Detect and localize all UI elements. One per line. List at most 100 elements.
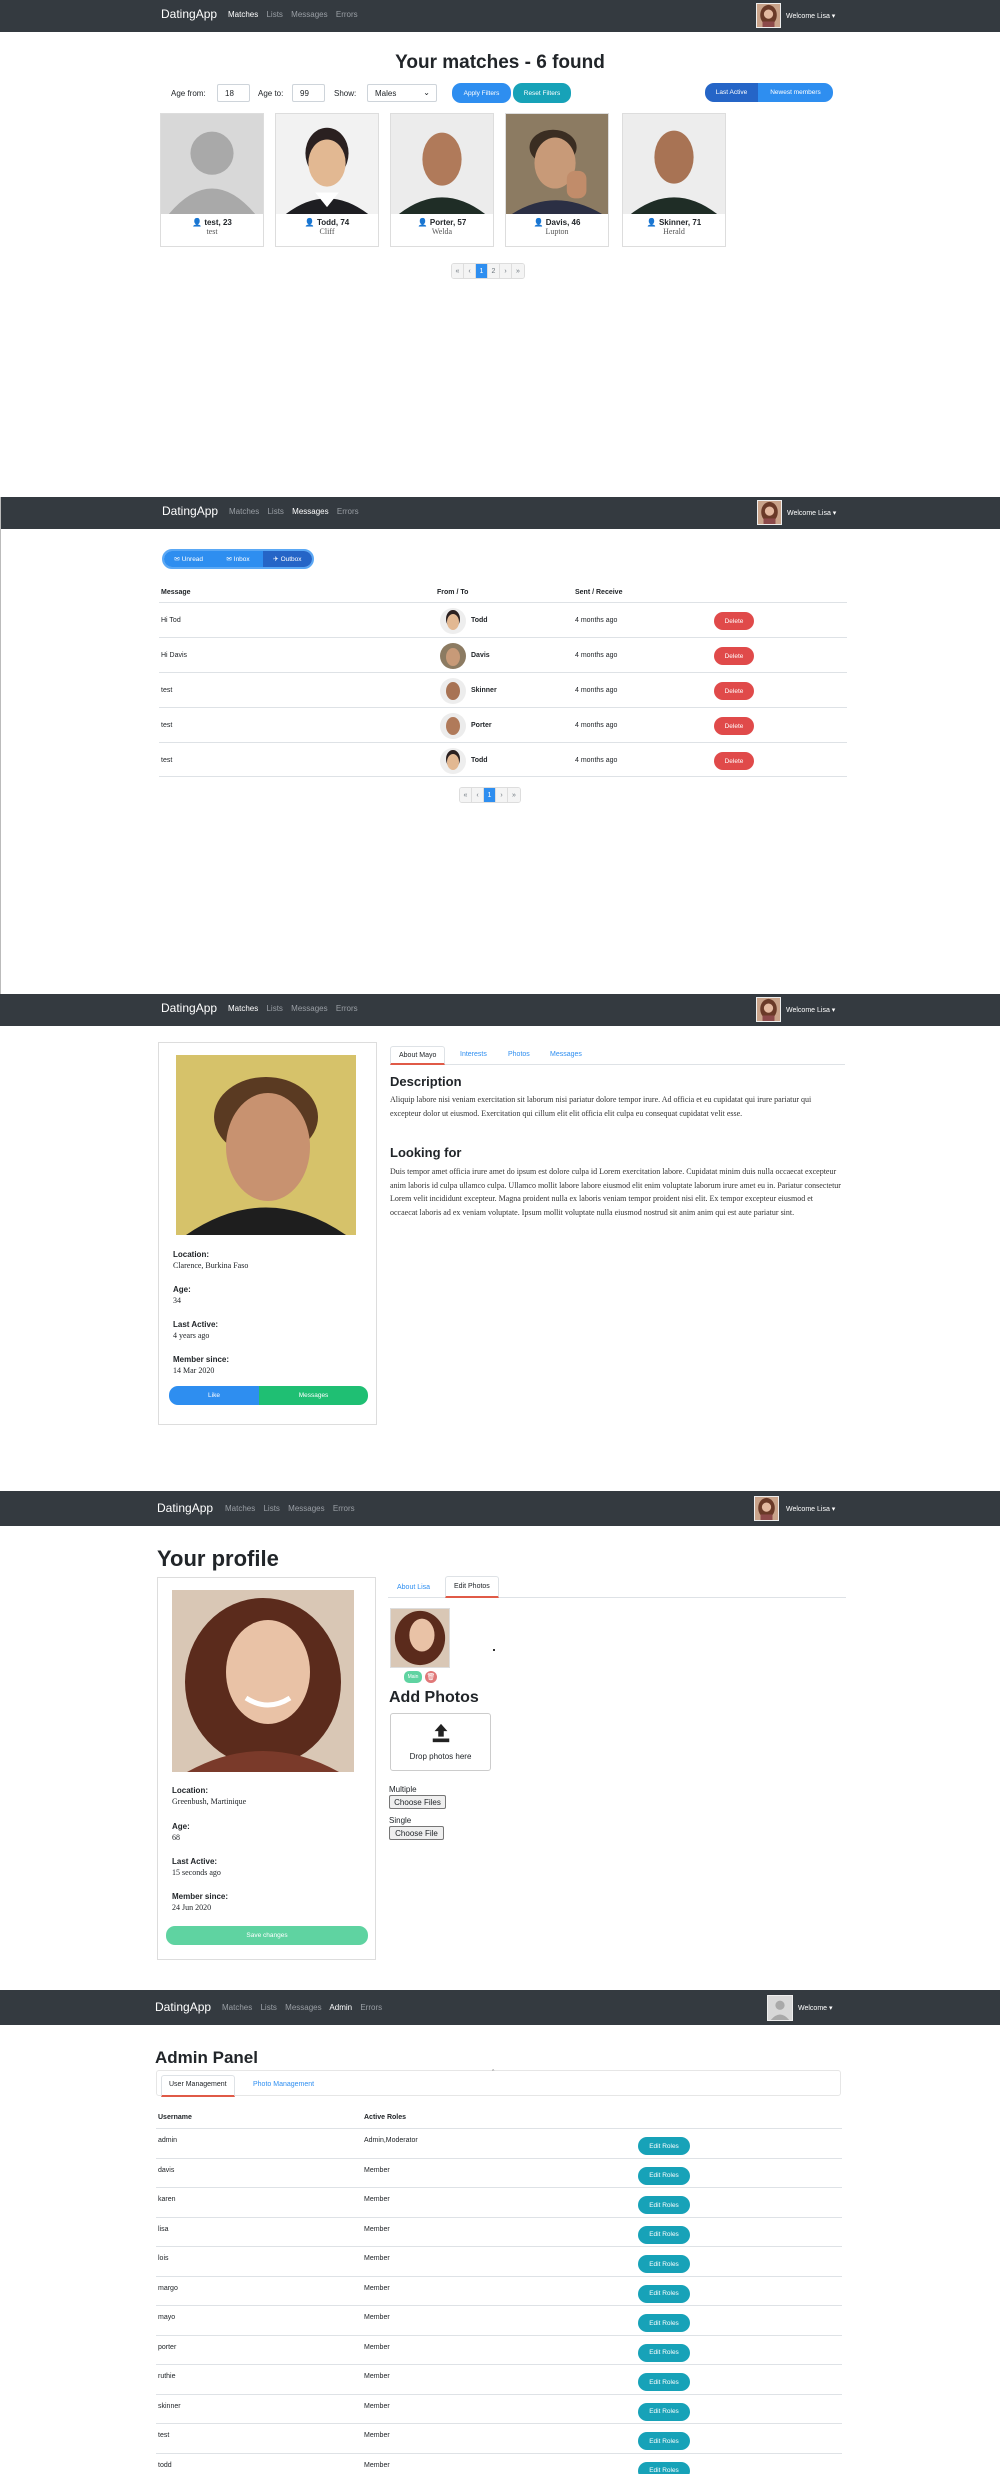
tab-photo-management[interactable]: Photo Management — [253, 2081, 314, 2088]
page-first[interactable]: « — [460, 788, 472, 802]
edit-roles-button[interactable]: Edit Roles — [638, 2373, 690, 2391]
nav-lists[interactable]: Lists — [260, 2003, 276, 2012]
user-avatar[interactable] — [757, 500, 782, 525]
message-row[interactable]: Hi Davis Davis 4 months ago Delete — [159, 637, 847, 672]
message-row[interactable]: test Porter 4 months ago Delete — [159, 707, 847, 742]
page-last[interactable]: » — [508, 788, 520, 802]
edit-roles-button[interactable]: Edit Roles — [638, 2225, 690, 2244]
nav-messages[interactable]: Messages — [291, 10, 327, 19]
tab-about[interactable]: About Mayo — [390, 1046, 446, 1065]
page-prev[interactable]: ‹ — [464, 264, 476, 278]
outbox-button[interactable]: ✈ Outbox — [262, 551, 312, 567]
last-active-button[interactable]: Last Active — [705, 83, 758, 102]
nav-lists[interactable]: Lists — [263, 1504, 279, 1513]
nav-messages[interactable]: Messages — [285, 2003, 321, 2012]
age-from-input[interactable]: 18 — [217, 84, 250, 102]
save-changes-button[interactable]: Save changes — [166, 1926, 368, 1945]
nav-matches[interactable]: Matches — [225, 1504, 255, 1513]
apply-filters-button[interactable]: Apply Filters — [452, 83, 511, 103]
brand-link[interactable]: DatingApp — [155, 2000, 211, 2014]
welcome-dropdown[interactable]: Welcome Lisa ▾ — [787, 509, 836, 517]
welcome-dropdown[interactable]: Welcome ▾ — [798, 2004, 833, 2012]
welcome-dropdown[interactable]: Welcome Lisa ▾ — [786, 1006, 835, 1014]
nav-errors[interactable]: Errors — [336, 1004, 358, 1013]
nav-matches[interactable]: Matches — [228, 1004, 258, 1013]
member-card[interactable]: 👤 Davis, 46 Lupton — [505, 113, 609, 247]
member-card[interactable]: 👤 Todd, 74 Cliff — [275, 113, 379, 247]
inbox-button[interactable]: ✉ Inbox — [213, 551, 263, 567]
tab-photos[interactable]: Photos — [508, 1051, 530, 1058]
edit-roles-button[interactable]: Edit Roles — [638, 2196, 690, 2214]
delete-button[interactable]: Delete — [714, 717, 754, 735]
page-last[interactable]: » — [512, 264, 524, 278]
nav-matches[interactable]: Matches — [228, 10, 258, 19]
member-card[interactable]: 👤 test, 23 test — [160, 113, 264, 247]
newest-members-button[interactable]: Newest members — [758, 83, 833, 102]
tab-user-management[interactable]: User Management — [161, 2075, 235, 2097]
page-prev[interactable]: ‹ — [472, 788, 484, 802]
page-2[interactable]: 2 — [488, 264, 500, 278]
message-row[interactable]: test Skinner 4 months ago Delete — [159, 672, 847, 707]
page-1[interactable]: 1 — [484, 788, 496, 802]
welcome-dropdown[interactable]: Welcome Lisa ▾ — [786, 1505, 835, 1513]
edit-roles-button[interactable]: Edit Roles — [638, 2166, 690, 2185]
member-card[interactable]: 👤 Porter, 57 Welda — [390, 113, 494, 247]
nav-errors[interactable]: Errors — [333, 1504, 355, 1513]
brand-link[interactable]: DatingApp — [157, 1501, 213, 1515]
page-next[interactable]: › — [496, 788, 508, 802]
delete-button[interactable]: Delete — [714, 647, 754, 665]
nav-lists[interactable]: Lists — [267, 507, 283, 516]
message-row[interactable]: Hi Tod Todd 4 months ago Delete — [159, 602, 847, 637]
choose-files-button[interactable]: Choose Files — [389, 1795, 446, 1809]
edit-roles-button[interactable]: Edit Roles — [638, 2284, 690, 2303]
age-to-input[interactable]: 99 — [292, 84, 325, 102]
brand-link[interactable]: DatingApp — [161, 7, 217, 21]
brand-link[interactable]: DatingApp — [161, 1001, 217, 1015]
delete-photo-button[interactable]: 🗑 — [425, 1671, 437, 1683]
tab-about[interactable]: About Lisa — [397, 1584, 430, 1591]
user-avatar[interactable] — [754, 1496, 779, 1521]
edit-roles-button[interactable]: Edit Roles — [638, 2343, 690, 2362]
nav-errors[interactable]: Errors — [336, 10, 358, 19]
drop-zone[interactable]: Drop photos here — [390, 1713, 491, 1771]
edit-roles-button[interactable]: Edit Roles — [638, 2432, 690, 2450]
nav-matches[interactable]: Matches — [229, 507, 259, 516]
edit-roles-button[interactable]: Edit Roles — [638, 2402, 690, 2421]
message-row[interactable]: test Todd 4 months ago Delete — [159, 742, 847, 777]
edit-roles-button[interactable]: Edit Roles — [638, 2461, 690, 2474]
page-1[interactable]: 1 — [476, 264, 488, 278]
welcome-dropdown[interactable]: Welcome Lisa ▾ — [786, 12, 835, 20]
nav-lists[interactable]: Lists — [266, 10, 282, 19]
tab-edit-photos[interactable]: Edit Photos — [445, 1576, 499, 1598]
reset-filters-button[interactable]: Reset Filters — [513, 83, 571, 103]
delete-button[interactable]: Delete — [714, 752, 754, 770]
like-button[interactable]: Like — [169, 1386, 259, 1405]
delete-button[interactable]: Delete — [714, 682, 754, 700]
page-first[interactable]: « — [452, 264, 464, 278]
brand-link[interactable]: DatingApp — [162, 504, 218, 518]
edit-roles-button[interactable]: Edit Roles — [638, 2137, 690, 2155]
edit-roles-button[interactable]: Edit Roles — [638, 2255, 690, 2273]
default-user-icon[interactable] — [767, 1995, 793, 2021]
nav-errors[interactable]: Errors — [360, 2003, 382, 2012]
delete-button[interactable]: Delete — [714, 612, 754, 630]
member-card[interactable]: 👤 Skinner, 71 Herald — [622, 113, 726, 247]
set-main-button[interactable]: Main — [404, 1671, 422, 1683]
messages-button[interactable]: Messages — [259, 1386, 368, 1405]
user-avatar[interactable] — [756, 997, 781, 1022]
nav-admin[interactable]: Admin — [329, 2003, 352, 2012]
edit-roles-button[interactable]: Edit Roles — [638, 2314, 690, 2332]
nav-matches[interactable]: Matches — [222, 2003, 252, 2012]
nav-messages[interactable]: Messages — [288, 1504, 324, 1513]
nav-messages[interactable]: Messages — [292, 507, 328, 516]
tab-messages[interactable]: Messages — [550, 1051, 582, 1058]
choose-file-button[interactable]: Choose File — [389, 1826, 444, 1840]
page-next[interactable]: › — [500, 264, 512, 278]
unread-button[interactable]: ✉ Unread — [164, 551, 214, 567]
tab-interests[interactable]: Interests — [460, 1051, 487, 1058]
nav-errors[interactable]: Errors — [337, 507, 359, 516]
gender-select[interactable]: Males ⌄ — [367, 84, 437, 102]
user-avatar[interactable] — [756, 3, 781, 28]
nav-lists[interactable]: Lists — [266, 1004, 282, 1013]
nav-messages[interactable]: Messages — [291, 1004, 327, 1013]
